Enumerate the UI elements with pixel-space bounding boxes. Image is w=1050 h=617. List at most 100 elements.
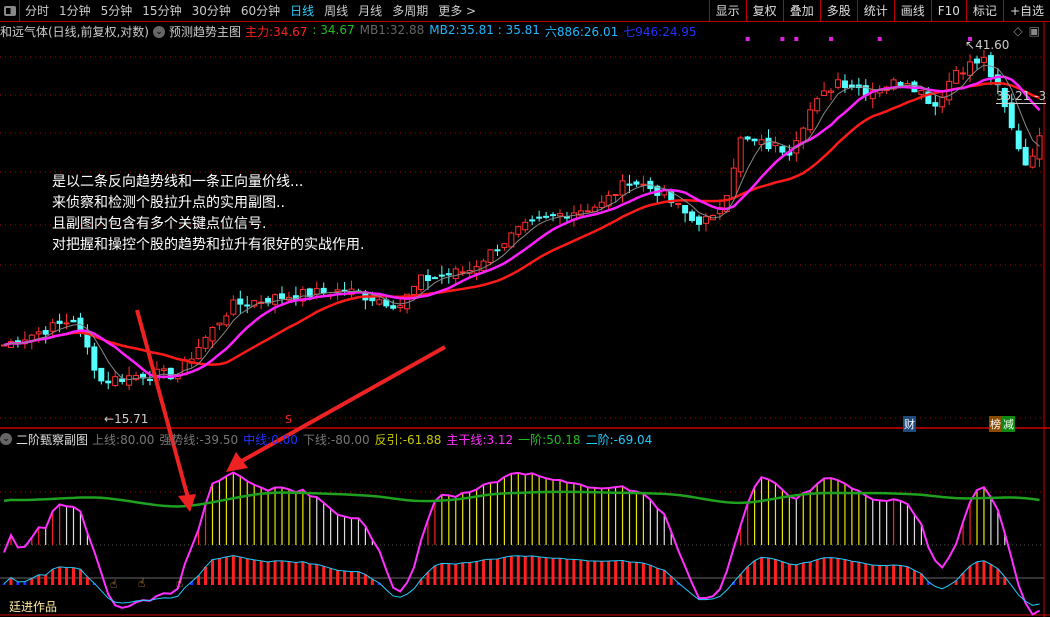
- candle: [932, 102, 939, 107]
- signal-dot: [745, 37, 750, 41]
- candle: [814, 98, 821, 112]
- candle: [821, 90, 828, 96]
- high-price-value: 41.60: [975, 38, 1010, 52]
- annotation-line: 来侦察和检测个股拉升点的实用副图..: [52, 195, 285, 211]
- indicator-number: -69.04: [613, 432, 653, 447]
- indicator-value: 中线:0.00: [243, 431, 298, 448]
- indicator-label: 强势线:: [159, 432, 200, 447]
- candle: [397, 305, 404, 309]
- signal-dot: [829, 37, 834, 41]
- candle: [195, 347, 202, 360]
- hand-pointer-icon: ☝: [138, 576, 145, 590]
- candle: [682, 205, 689, 214]
- indicator-number: -39.50: [199, 432, 239, 447]
- candle: [98, 367, 105, 382]
- candle: [960, 72, 967, 75]
- candle: [70, 319, 77, 323]
- chart-canvas[interactable]: ☝ ☝ ☝: [0, 0, 1050, 617]
- candle: [557, 213, 563, 217]
- candle: [334, 289, 341, 292]
- candle: [598, 201, 605, 209]
- candle: [953, 70, 960, 84]
- indicator-label: 一阶:: [518, 432, 547, 447]
- candle: [737, 137, 744, 173]
- candle: [730, 167, 737, 198]
- high-price-label: ↖41.60: [965, 38, 1010, 52]
- indicator-number: 0.00: [271, 432, 298, 447]
- candle: [543, 215, 550, 218]
- indicator-value: 下线:-80.00: [303, 431, 370, 448]
- candle: [216, 322, 223, 326]
- candle: [369, 296, 376, 302]
- annotation-line: 且副图内包含有多个关键点位信号.: [52, 216, 267, 232]
- candle: [626, 183, 633, 186]
- candle: [702, 216, 709, 224]
- ranking-badge[interactable]: 榜: [989, 416, 1002, 432]
- candle: [633, 181, 640, 185]
- candle: [126, 375, 133, 386]
- last-price-tail: 3: [1038, 89, 1047, 103]
- candle: [230, 299, 237, 315]
- candle: [237, 298, 244, 305]
- last-price-label: 35.21 -3: [996, 89, 1047, 104]
- candle: [202, 336, 209, 349]
- annotation-line: 对把握和操控个股的趋势和拉升有很好的实战作用.: [52, 237, 365, 253]
- candle: [494, 249, 501, 252]
- candle: [751, 138, 758, 142]
- candle: [974, 58, 980, 64]
- candle: [675, 202, 682, 205]
- indicator-number: 3.12: [486, 432, 514, 447]
- indicator-number: -61.88: [402, 432, 442, 447]
- candle: [612, 193, 619, 196]
- candle: [918, 90, 925, 95]
- candle: [501, 243, 508, 248]
- candle: [529, 219, 536, 222]
- candle: [1008, 102, 1015, 129]
- sell-signal[interactable]: S: [285, 413, 292, 426]
- candle: [223, 315, 230, 326]
- indicator-label: 主干线:: [446, 432, 487, 447]
- indicator-label: 下线:: [302, 432, 331, 447]
- indicator-label: 反引:: [374, 432, 403, 447]
- indicator-value: 主干线:3.12: [446, 431, 513, 448]
- arrow-head: [178, 494, 196, 512]
- indicator-number: 80.00: [120, 432, 155, 447]
- signal-dot: [794, 37, 799, 41]
- candle: [1022, 146, 1029, 166]
- candle: [487, 249, 494, 263]
- candle: [112, 376, 119, 386]
- signal-dot: [780, 37, 785, 41]
- annotation-arrow: [135, 309, 190, 499]
- last-price-value: 35.21: [996, 89, 1031, 103]
- candle: [807, 109, 814, 131]
- candle: [452, 268, 459, 280]
- candle: [536, 216, 543, 219]
- candle: [835, 79, 841, 88]
- sub-indicator-info: ⌄ 二阶甄察副图 上线:80.00 强势线:-39.50 中线:0.00 下线:-80…: [0, 431, 652, 447]
- candle: [313, 288, 320, 295]
- candle: [63, 322, 70, 325]
- reduce-badge[interactable]: 减: [1002, 416, 1015, 432]
- candle: [522, 221, 529, 231]
- indicator-label: 上线:: [92, 432, 121, 447]
- sub-dropdown-icon[interactable]: ⌄: [0, 433, 12, 445]
- finance-badge[interactable]: 财: [903, 416, 916, 432]
- candle: [897, 82, 904, 87]
- candle: [1015, 130, 1022, 150]
- candle: [424, 275, 431, 282]
- credit-text: 廷进作品: [9, 600, 58, 614]
- arrow-head: [226, 452, 248, 472]
- sub-indicator-name[interactable]: 二阶甄察副图: [16, 431, 88, 448]
- candle: [105, 380, 112, 384]
- low-price-value: 15.71: [114, 412, 149, 426]
- indicator-value: 一阶:50.18: [518, 431, 580, 448]
- annotation-text: 是以二条反向趋势线和一条正向量价线... 来侦察和检测个股拉升点的实用副图.. …: [52, 172, 364, 256]
- candle: [390, 305, 397, 309]
- second-order-line: [3, 555, 1040, 606]
- candle: [689, 211, 696, 221]
- indicator-value: 反引:-61.88: [375, 431, 442, 448]
- candle: [320, 287, 327, 294]
- candle: [619, 180, 626, 196]
- candle: [1036, 135, 1043, 160]
- candle: [49, 322, 56, 332]
